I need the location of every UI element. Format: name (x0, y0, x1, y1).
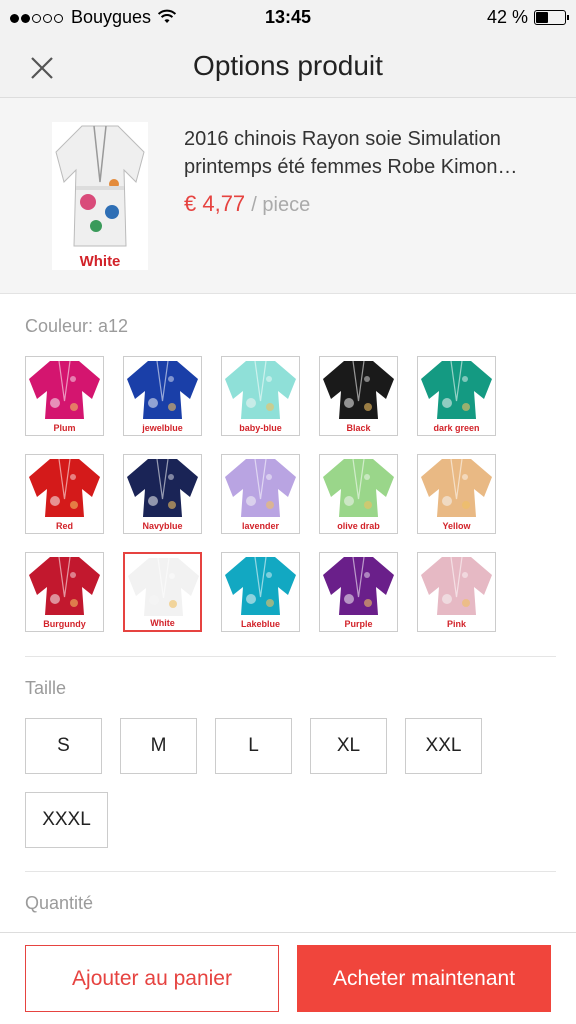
product-image: White (52, 122, 148, 270)
clock: 13:45 (264, 6, 312, 27)
color-swatch-olive-drab[interactable]: olive drab (319, 454, 398, 534)
swatch-caption: Navyblue (142, 521, 183, 531)
swatch-caption: olive drab (337, 521, 380, 531)
swatch-caption: jewelblue (142, 423, 183, 433)
wifi-icon (157, 9, 177, 23)
kimono-thumbnail (29, 556, 100, 615)
battery-percentage: 42 % (486, 6, 528, 27)
action-bar: Ajouter au panier Acheter maintenant (0, 932, 576, 1024)
size-option-s[interactable]: S (25, 718, 102, 774)
color-swatch-plum[interactable]: Plum (25, 356, 104, 436)
carrier-name: Bouygues (71, 6, 152, 27)
product-title: 2016 chinois Rayon soie Simulation print… (184, 128, 518, 178)
swatch-caption: Burgundy (43, 619, 86, 629)
swatch-caption: Lakeblue (240, 619, 280, 629)
swatch-caption: baby-blue (239, 423, 282, 433)
add-to-cart-button[interactable]: Ajouter au panier (25, 945, 279, 1012)
product-summary: White 2016 chinois Rayon soie Simulation… (0, 98, 576, 294)
color-swatch-lavender[interactable]: lavender (221, 454, 300, 534)
kimono-thumbnail (323, 458, 394, 517)
swatch-caption: Purple (344, 619, 373, 629)
kimono-thumbnail (421, 556, 492, 615)
signal-strength-icon (10, 7, 65, 28)
size-option-xxl[interactable]: XXL (405, 718, 482, 774)
swatch-caption: White (150, 618, 175, 628)
divider (25, 656, 556, 657)
color-swatch-dark-green[interactable]: dark green (417, 356, 496, 436)
kimono-thumbnail (225, 556, 296, 615)
buy-now-button[interactable]: Acheter maintenant (297, 945, 551, 1012)
color-swatch-navyblue[interactable]: Navyblue (123, 454, 202, 534)
page-title: Options produit (193, 49, 383, 81)
kimono-thumbnail (127, 360, 198, 419)
kimono-thumbnail (225, 458, 296, 517)
kimono-image (55, 125, 145, 247)
color-swatch-red[interactable]: Red (25, 454, 104, 534)
product-image-caption: White (79, 253, 121, 270)
product-price: € 4,77 (184, 191, 246, 216)
battery-icon (534, 9, 569, 25)
kimono-thumbnail (128, 557, 199, 616)
swatch-caption: lavender (241, 521, 280, 531)
color-swatch-baby-blue[interactable]: baby-blue (221, 356, 300, 436)
size-option-xxxl[interactable]: XXXL (25, 792, 108, 848)
divider (25, 871, 556, 872)
size-label: Taille (25, 678, 67, 698)
color-swatch-purple[interactable]: Purple (319, 552, 398, 632)
color-swatch-burgundy[interactable]: Burgundy (25, 552, 104, 632)
size-option-xl[interactable]: XL (310, 718, 387, 774)
kimono-thumbnail (323, 556, 394, 615)
close-button[interactable] (26, 52, 58, 84)
color-swatch-yellow[interactable]: Yellow (417, 454, 496, 534)
size-option-m[interactable]: M (120, 718, 197, 774)
navigation-bar: Options produit (0, 34, 576, 98)
kimono-thumbnail (29, 458, 100, 517)
kimono-thumbnail (127, 458, 198, 517)
swatch-caption: dark green (433, 423, 480, 433)
swatch-caption: Red (55, 521, 73, 531)
kimono-thumbnail (323, 360, 394, 419)
swatch-caption: Black (346, 423, 371, 433)
color-swatch-lakeblue[interactable]: Lakeblue (221, 552, 300, 632)
kimono-thumbnail (421, 458, 492, 517)
kimono-thumbnail (421, 360, 492, 419)
color-swatch-white[interactable]: White (123, 552, 202, 632)
swatch-caption: Pink (446, 619, 466, 629)
swatch-caption: Plum (53, 423, 76, 433)
quantity-label: Quantité (25, 893, 94, 913)
close-icon (31, 57, 53, 79)
swatch-caption: Yellow (442, 521, 471, 531)
status-bar: Bouygues 13:45 42 % (0, 0, 576, 34)
price-unit: / piece (251, 194, 311, 216)
kimono-thumbnail (225, 360, 296, 419)
color-swatch-pink[interactable]: Pink (417, 552, 496, 632)
size-option-l[interactable]: L (215, 718, 292, 774)
kimono-thumbnail (29, 360, 100, 419)
color-swatch-jewelblue[interactable]: jewelblue (123, 356, 202, 436)
color-label: Couleur: a12 (25, 316, 129, 336)
color-swatch-black[interactable]: Black (319, 356, 398, 436)
